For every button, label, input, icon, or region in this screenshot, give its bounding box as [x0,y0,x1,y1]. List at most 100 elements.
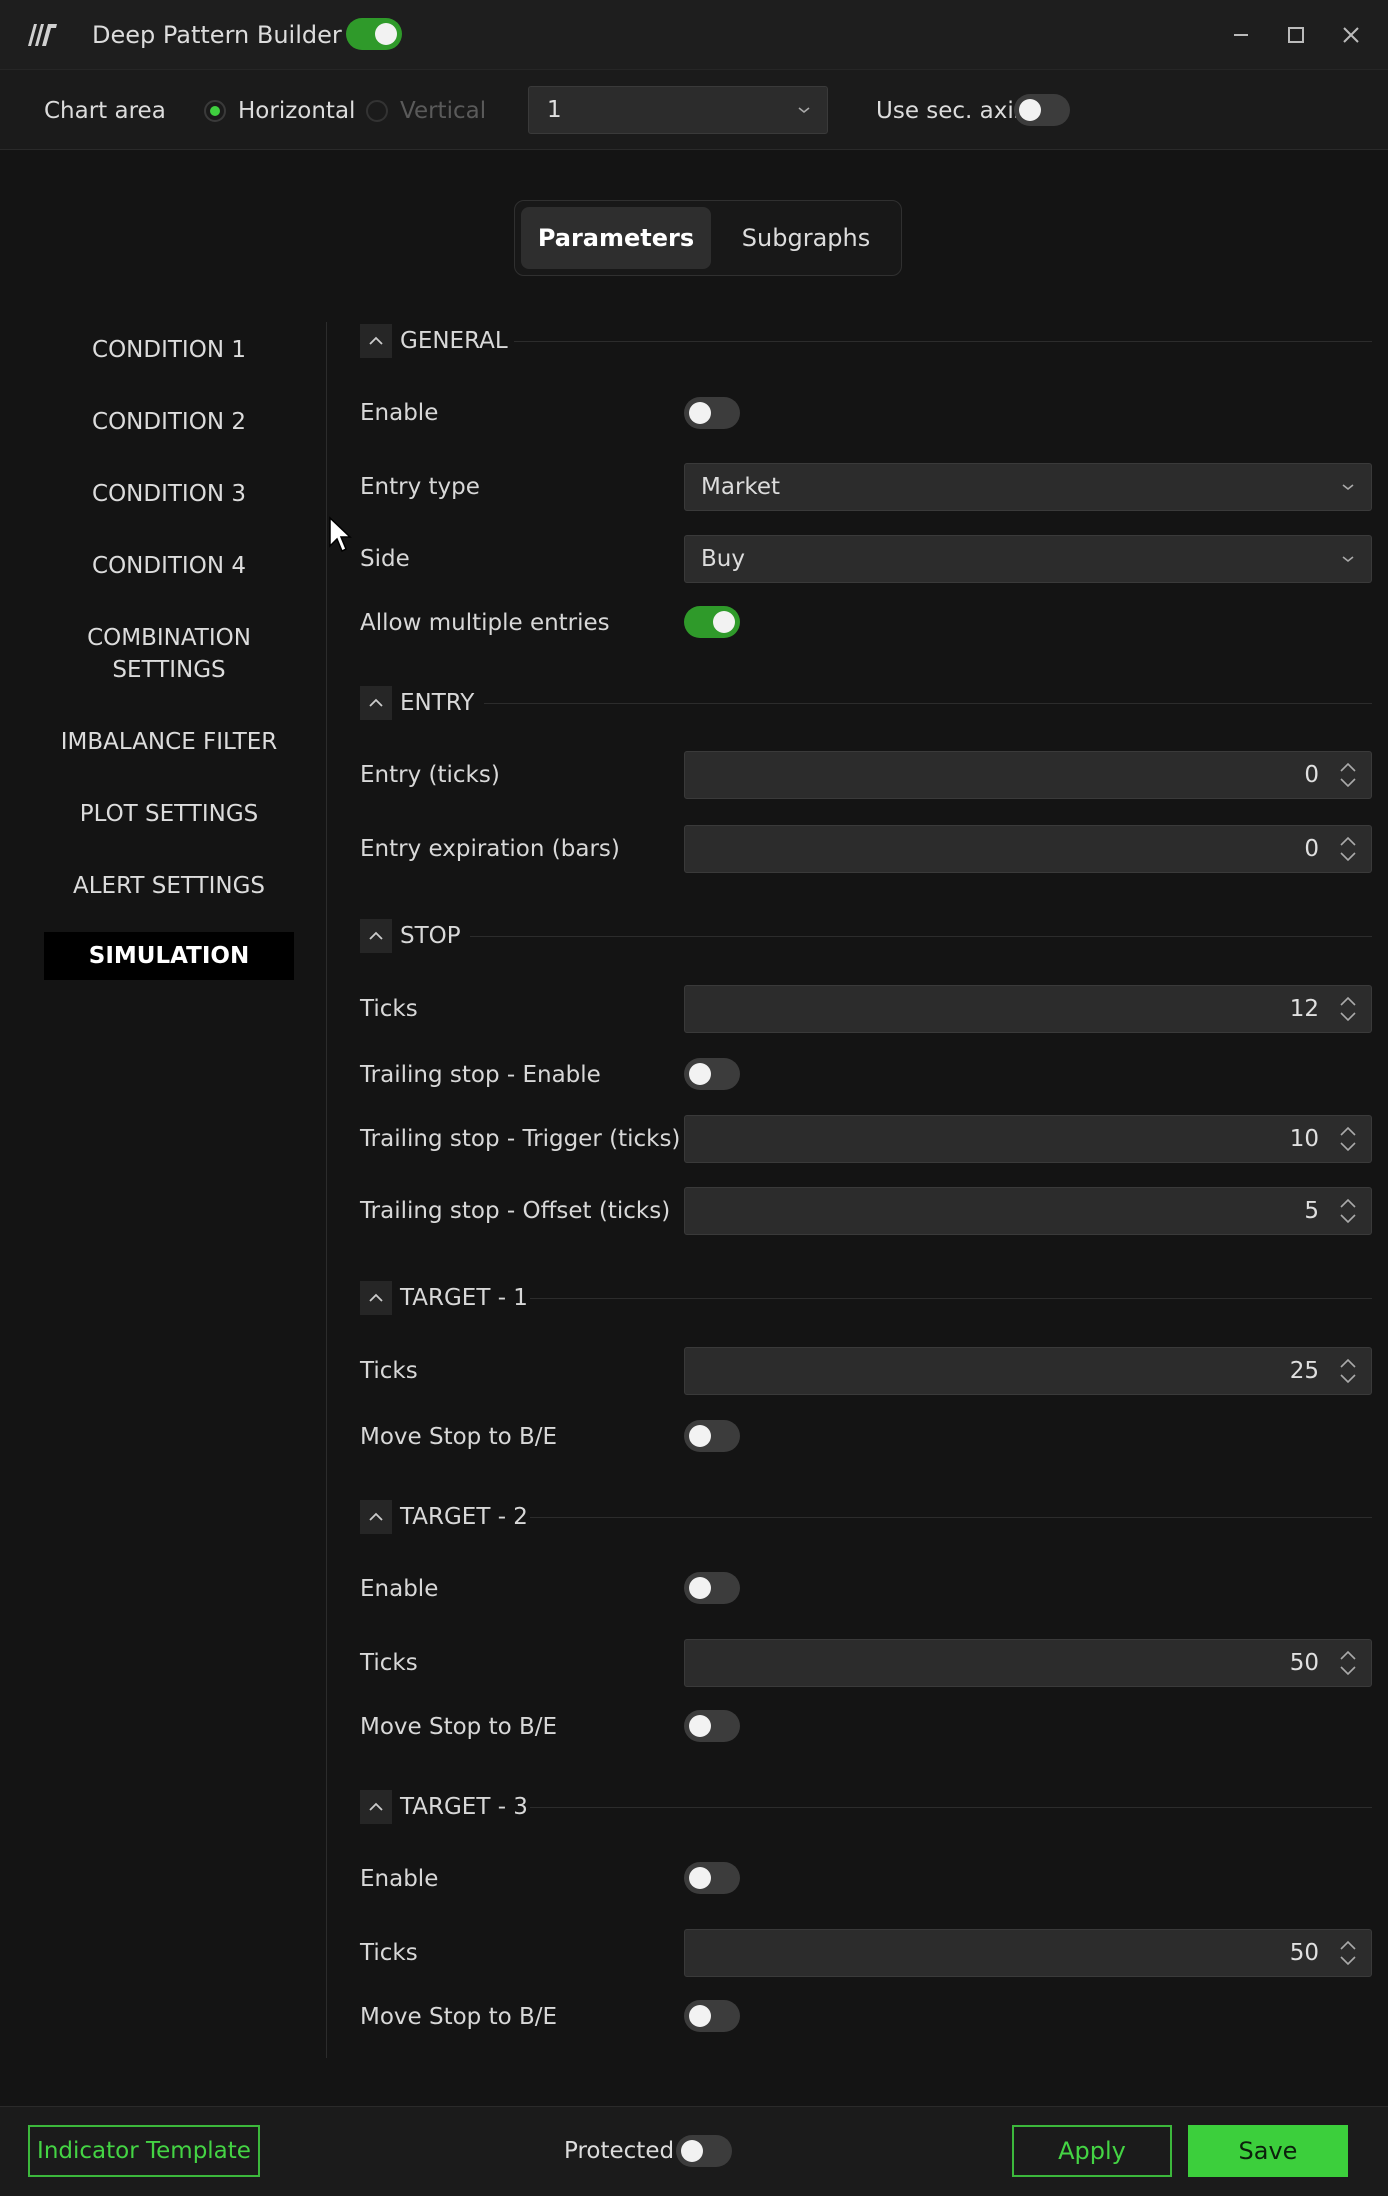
target-3-enable-switch[interactable] [684,1862,740,1894]
sec-axis-toggle[interactable] [1014,94,1070,130]
target-2-enable-switch[interactable] [684,1572,740,1604]
entry-expiration-value: 0 [1304,836,1319,862]
sec-axis-switch[interactable] [1014,94,1070,126]
general-enable-toggle[interactable] [684,397,740,433]
maximize-button[interactable] [1275,14,1317,56]
trailing-offset-value: 5 [1304,1198,1319,1224]
entry-expiration-field[interactable]: 0 [684,825,1372,873]
tab-parameters[interactable]: Parameters [521,207,711,269]
side-select[interactable]: Buy [684,535,1372,583]
spinner-icon[interactable] [1337,1194,1359,1228]
section-title-target-2: TARGET - 2 [400,1504,528,1530]
target-3-move-stop-switch[interactable] [684,2000,740,2032]
spinner-icon[interactable] [1337,1936,1359,1970]
radio-horizontal-dot[interactable] [204,100,226,122]
sidebar-item-simulation[interactable]: SIMULATION [44,932,294,980]
close-button[interactable] [1330,14,1372,56]
sidebar-item-condition-4[interactable]: CONDITION 4 [44,550,294,582]
section-divider [514,341,1372,342]
sidebar-item-condition-1[interactable]: CONDITION 1 [44,334,294,366]
radio-vertical[interactable]: Vertical [366,96,486,126]
target-1-ticks-field[interactable]: 25 [684,1347,1372,1395]
footer-bar: Indicator Template Protected Apply Save [0,2106,1388,2196]
section-divider [530,1807,1372,1808]
maximize-icon [1288,27,1304,43]
title-bar: Deep Pattern Builder [0,0,1388,70]
tab-bar: Parameters Subgraphs [514,200,902,276]
target-1-move-stop-toggle[interactable] [684,1420,740,1456]
sidebar-item-imbalance-filter[interactable]: IMBALANCE FILTER [44,726,294,758]
indicator-enable-switch[interactable] [346,18,402,50]
sec-axis-label: Use sec. axis [876,98,1026,124]
stop-ticks-label: Ticks [360,996,418,1022]
target-1-move-stop-label: Move Stop to B/E [360,1424,558,1450]
sidebar-divider [326,322,327,2058]
spinner-icon[interactable] [1337,1354,1359,1388]
collapse-target-2-button[interactable] [360,1500,392,1534]
target-2-enable-toggle[interactable] [684,1572,740,1608]
protected-toggle[interactable] [676,2135,732,2171]
target-2-enable-label: Enable [360,1576,439,1602]
target-3-enable-label: Enable [360,1866,439,1892]
section-title-stop: STOP [400,923,461,949]
sidebar-item-condition-3[interactable]: CONDITION 3 [44,478,294,510]
indicator-template-button[interactable]: Indicator Template [28,2125,260,2177]
trailing-enable-switch[interactable] [684,1058,740,1090]
stop-ticks-field[interactable]: 12 [684,985,1372,1033]
entry-ticks-field[interactable]: 0 [684,751,1372,799]
target-2-move-stop-toggle[interactable] [684,1710,740,1746]
collapse-stop-button[interactable] [360,919,392,953]
trailing-offset-field[interactable]: 5 [684,1187,1372,1235]
collapse-general-button[interactable] [360,324,392,358]
sidebar-item-combination-settings[interactable]: COMBINATION SETTINGS [44,622,294,686]
general-enable-switch[interactable] [684,397,740,429]
save-button[interactable]: Save [1188,2125,1348,2177]
minimize-icon [1234,34,1248,36]
chart-area-bar: Chart area Horizontal Vertical 1 Use sec… [0,70,1388,150]
target-1-move-stop-switch[interactable] [684,1420,740,1452]
chart-area-select[interactable]: 1 [528,86,828,134]
sidebar-item-alert-settings[interactable]: ALERT SETTINGS [44,870,294,902]
allow-multiple-toggle[interactable] [684,606,740,642]
radio-vertical-dot[interactable] [366,100,388,122]
spinner-icon[interactable] [1337,758,1359,792]
trailing-enable-toggle[interactable] [684,1058,740,1094]
apply-button[interactable]: Apply [1012,2125,1172,2177]
collapse-entry-button[interactable] [360,686,392,720]
target-2-ticks-field[interactable]: 50 [684,1639,1372,1687]
indicator-enable-toggle[interactable] [346,18,402,54]
tab-subgraphs[interactable]: Subgraphs [715,207,897,269]
stop-ticks-value: 12 [1289,996,1319,1022]
side-value: Buy [701,546,745,572]
chevron-down-icon [797,87,811,133]
radio-vertical-label: Vertical [400,98,487,124]
allow-multiple-label: Allow multiple entries [360,610,610,636]
radio-horizontal[interactable]: Horizontal [204,96,355,126]
close-icon [1343,27,1359,43]
target-3-ticks-field[interactable]: 50 [684,1929,1372,1977]
side-label: Side [360,546,410,572]
entry-type-select[interactable]: Market [684,463,1372,511]
sidebar-item-plot-settings[interactable]: PLOT SETTINGS [44,798,294,830]
target-3-move-stop-toggle[interactable] [684,2000,740,2036]
spinner-icon[interactable] [1337,1646,1359,1680]
allow-multiple-switch[interactable] [684,606,740,638]
entry-ticks-value: 0 [1304,762,1319,788]
collapse-target-3-button[interactable] [360,1790,392,1824]
minimize-button[interactable] [1220,14,1262,56]
trailing-trigger-field[interactable]: 10 [684,1115,1372,1163]
protected-switch[interactable] [676,2135,732,2167]
chevron-up-icon [369,336,383,345]
spinner-icon[interactable] [1337,992,1359,1026]
chevron-up-icon [369,698,383,707]
trailing-offset-label: Trailing stop - Offset (ticks) [360,1198,671,1224]
target-2-move-stop-switch[interactable] [684,1710,740,1742]
spinner-icon[interactable] [1337,832,1359,866]
chart-area-label: Chart area [44,98,166,124]
sidebar-item-condition-2[interactable]: CONDITION 2 [44,406,294,438]
collapse-target-1-button[interactable] [360,1281,392,1315]
target-3-enable-toggle[interactable] [684,1862,740,1898]
spinner-icon[interactable] [1337,1122,1359,1156]
trailing-trigger-label: Trailing stop - Trigger (ticks) [360,1126,681,1152]
entry-type-value: Market [701,474,781,500]
